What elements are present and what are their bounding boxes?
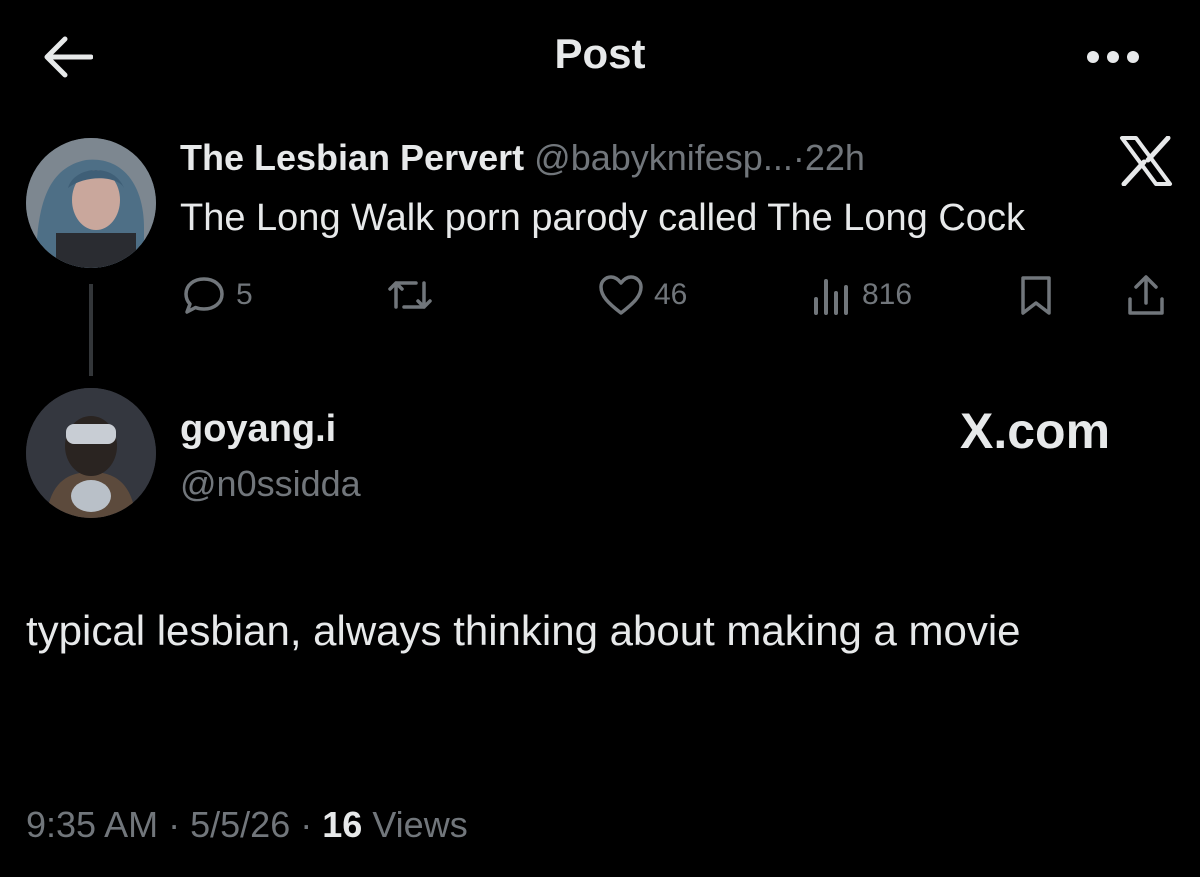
- post-metadata: 9:35 AM · 5/5/26 · 16 Views: [26, 804, 468, 846]
- quoted-post-age[interactable]: 22h: [805, 137, 865, 178]
- back-button[interactable]: [38, 32, 96, 82]
- reply-post-text: typical lesbian, always thinking about m…: [26, 607, 1021, 654]
- views-count: 816: [862, 278, 913, 311]
- repost-button[interactable]: [384, 270, 436, 320]
- reply-icon: [184, 277, 224, 314]
- header-separator: ·: [792, 137, 805, 178]
- bookmark-button[interactable]: [1016, 270, 1056, 320]
- post-views-count[interactable]: 16: [322, 804, 362, 845]
- quoted-author-name[interactable]: The Lesbian Pervert: [180, 137, 524, 178]
- quoted-post-header: The Lesbian Pervert @babyknifesp...·22h: [180, 137, 865, 179]
- share-icon: [1128, 275, 1164, 315]
- x-com-watermark: X.com: [960, 403, 1111, 459]
- reply-button[interactable]: 5: [182, 270, 253, 320]
- x-logo-icon: [1120, 136, 1172, 186]
- quoted-post-actions: 5 46 816: [0, 270, 1200, 320]
- reply-author-name[interactable]: goyang.i: [180, 408, 336, 451]
- avatar-photo: [26, 388, 156, 518]
- like-count: 46: [654, 278, 688, 311]
- more-options-button[interactable]: [1080, 38, 1146, 76]
- bookmark-icon: [1021, 276, 1051, 315]
- post-date: 5/5/26: [190, 804, 291, 845]
- top-bar: Post: [0, 0, 1200, 120]
- repost-icon: [388, 281, 432, 309]
- avatar-photo: [26, 138, 156, 268]
- arrow-left-icon: [44, 36, 93, 78]
- reply-author-handle[interactable]: @n0ssidda: [180, 463, 361, 505]
- views-chart-icon: [814, 279, 848, 315]
- quoted-author-handle[interactable]: @babyknifesp...: [534, 137, 793, 178]
- post-time: 9:35 AM: [26, 804, 159, 845]
- ellipsis-icon: [1087, 51, 1139, 63]
- meta-separator: ·: [300, 804, 313, 845]
- page-title: Post: [554, 30, 646, 77]
- share-button[interactable]: [1124, 270, 1168, 320]
- quoted-post-text: The Long Walk porn parody called The Lon…: [180, 197, 1025, 239]
- reply-author-avatar[interactable]: [26, 388, 156, 518]
- quoted-author-avatar[interactable]: [26, 138, 156, 268]
- meta-separator: ·: [168, 804, 181, 845]
- views-button[interactable]: 816: [810, 270, 912, 320]
- like-button[interactable]: 46: [598, 270, 687, 320]
- post-views-label: Views: [372, 804, 468, 845]
- reply-count: 5: [236, 278, 253, 311]
- heart-icon: [599, 275, 643, 315]
